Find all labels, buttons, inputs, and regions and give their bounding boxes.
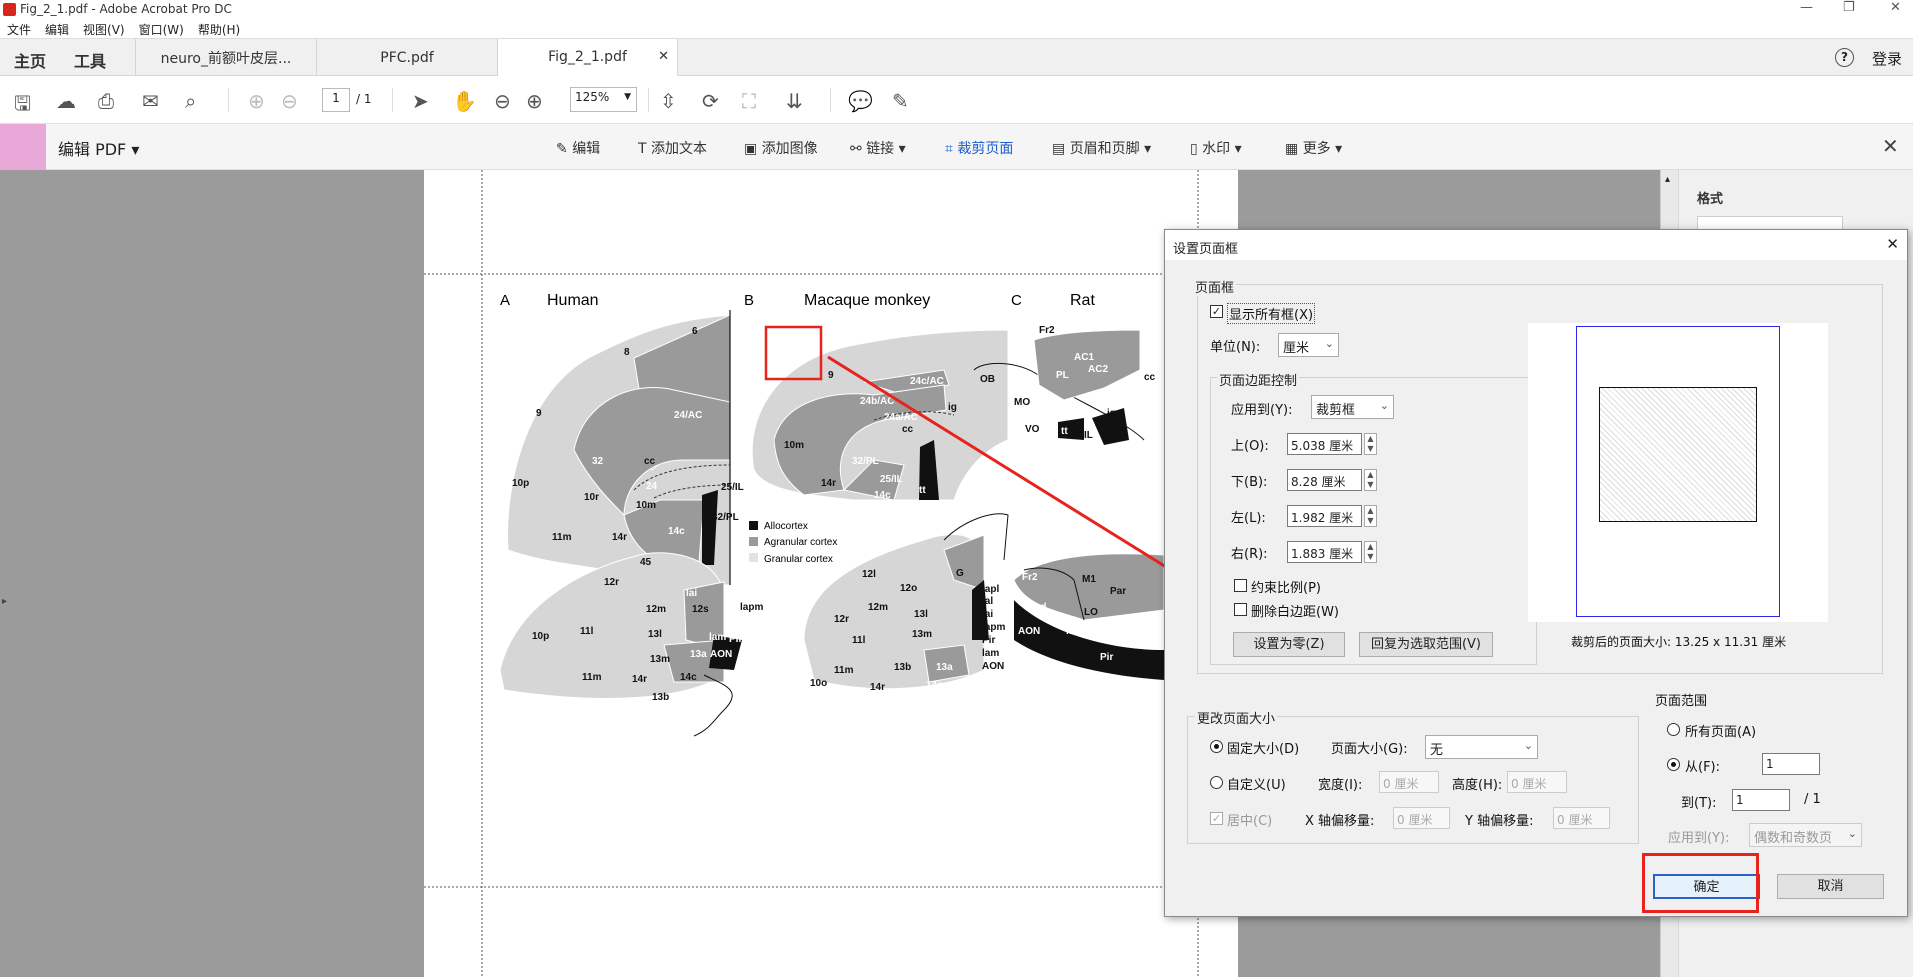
page-size-value: 无	[1430, 743, 1444, 758]
unit-label: 单位(N):	[1210, 340, 1261, 355]
remove-white-checkbox[interactable]	[1234, 603, 1247, 616]
set-page-boxes-dialog: 设置页面框 ✕ 页面框 ✓ 显示所有框(X) 单位(N): 厘米 ⌄ 页面边距控制…	[1164, 229, 1908, 917]
apply-to-select[interactable]: 裁剪框 ⌄	[1311, 395, 1394, 419]
y-offset-label: Y 轴偏移量:	[1465, 814, 1534, 829]
to-input[interactable]: 1	[1732, 789, 1790, 811]
center-checkbox[interactable]: ✓	[1210, 812, 1223, 825]
from-label: 从(F):	[1685, 760, 1721, 775]
all-pages-label: 所有页面(A)	[1685, 725, 1757, 740]
apply-to-pages-label: 应用到(Y):	[1668, 831, 1730, 846]
margin-right-input[interactable]: 1.883 厘米	[1287, 541, 1362, 563]
show-all-boxes-checkbox[interactable]: ✓	[1210, 305, 1223, 318]
cancel-button[interactable]: 取消	[1777, 874, 1884, 899]
margin-top-spinner[interactable]: ▲ ▼	[1364, 433, 1377, 455]
fixed-size-radio[interactable]	[1210, 740, 1223, 753]
page-range-label: 页面范围	[1655, 694, 1708, 709]
annotation-ok-box	[1642, 853, 1759, 913]
margin-bottom-spinner[interactable]: ▲ ▼	[1364, 469, 1377, 491]
margin-left-spinner[interactable]: ▲ ▼	[1364, 505, 1377, 527]
from-input[interactable]: 1	[1762, 753, 1820, 775]
constrain-label: 约束比例(P)	[1251, 581, 1321, 596]
margin-bottom-input[interactable]: 8.28 厘米	[1287, 469, 1362, 491]
custom-size-radio[interactable]	[1210, 776, 1223, 789]
apply-to-pages-select[interactable]: 偶数和奇数页 ⌄	[1749, 823, 1862, 847]
dialog-close-icon[interactable]: ✕	[1886, 235, 1899, 253]
margin-right-label: 右(R):	[1231, 547, 1268, 562]
dialog-title-bar: 设置页面框	[1165, 230, 1907, 260]
margin-control-label: 页面边距控制	[1217, 370, 1300, 389]
change-size-label: 更改页面大小	[1195, 708, 1278, 727]
width-input[interactable]: 0 厘米	[1379, 771, 1439, 793]
set-zero-button[interactable]: 设置为零(Z)	[1233, 632, 1345, 657]
margin-left-input[interactable]: 1.982 厘米	[1287, 505, 1362, 527]
constrain-checkbox[interactable]	[1234, 579, 1247, 592]
height-label: 高度(H):	[1452, 778, 1503, 793]
preview-page-outline	[1576, 326, 1780, 617]
custom-size-label: 自定义(U)	[1227, 778, 1286, 793]
y-offset-input[interactable]: 0 厘米	[1553, 807, 1610, 829]
unit-value: 厘米	[1283, 341, 1310, 356]
margin-left-label: 左(L):	[1231, 511, 1266, 526]
margin-bottom-label: 下(B):	[1231, 475, 1268, 490]
show-all-boxes-label: 显示所有框(X)	[1227, 303, 1316, 324]
apply-to-label: 应用到(Y):	[1231, 403, 1293, 418]
margin-top-input[interactable]: 5.038 厘米	[1287, 433, 1362, 455]
apply-to-pages-value: 偶数和奇数页	[1754, 831, 1833, 846]
margin-right-spinner[interactable]: ▲ ▼	[1364, 541, 1377, 563]
from-page-radio[interactable]	[1667, 758, 1680, 771]
fixed-size-label: 固定大小(D)	[1227, 742, 1300, 757]
x-offset-input[interactable]: 0 厘米	[1393, 807, 1450, 829]
preview-figure	[1599, 387, 1757, 522]
to-label: 到(T):	[1681, 796, 1717, 811]
x-offset-label: X 轴偏移量:	[1305, 814, 1375, 829]
dialog-title: 设置页面框	[1173, 242, 1239, 257]
page-size-select[interactable]: 无 ⌄	[1425, 735, 1538, 759]
unit-select[interactable]: 厘米 ⌄	[1278, 333, 1339, 357]
revert-selection-button[interactable]: 回复为选取范围(V)	[1359, 632, 1493, 657]
crop-preview	[1528, 323, 1828, 622]
to-total: / 1	[1804, 792, 1821, 807]
apply-to-value: 裁剪框	[1316, 403, 1356, 418]
height-input[interactable]: 0 厘米	[1507, 771, 1567, 793]
center-label: 居中(C)	[1227, 814, 1273, 829]
cropped-size-text: 裁剪后的页面大小: 13.25 x 11.31 厘米	[1571, 635, 1787, 649]
page-size-label: 页面大小(G):	[1331, 742, 1408, 757]
remove-white-label: 删除白边距(W)	[1251, 605, 1339, 620]
margin-top-label: 上(O):	[1231, 439, 1269, 454]
annotation-source-box	[764, 325, 823, 381]
width-label: 宽度(I):	[1318, 778, 1363, 793]
all-pages-radio[interactable]	[1667, 723, 1680, 736]
page-box-group-label: 页面框	[1193, 277, 1237, 296]
